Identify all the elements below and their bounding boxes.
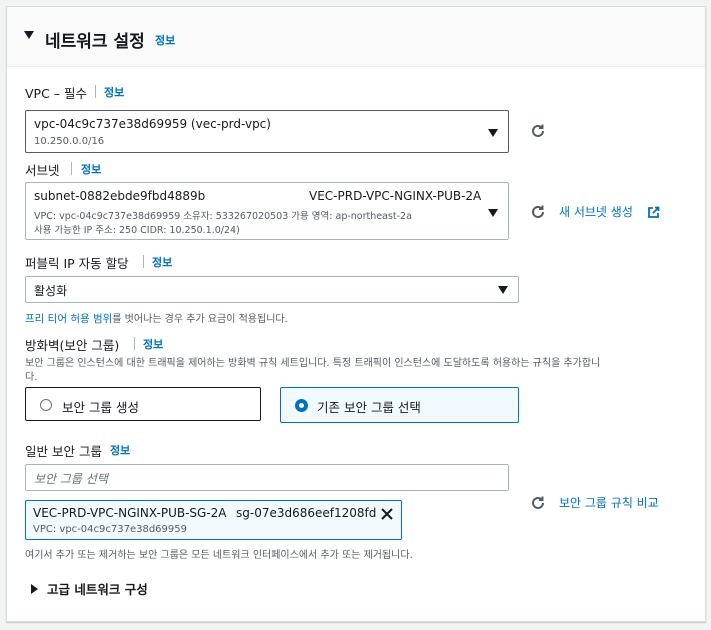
- vpc-label: VPC – 필수: [25, 86, 88, 101]
- divider: [134, 337, 135, 350]
- caret-right-icon[interactable]: [31, 584, 38, 594]
- subnet-label: 서브넷: [25, 163, 60, 178]
- refresh-icon[interactable]: [529, 494, 547, 512]
- create-subnet-link[interactable]: 새 서브넷 생성: [559, 203, 633, 220]
- firewall-label: 방화벽(보안 그룹): [25, 338, 120, 353]
- vpc-info-link[interactable]: 정보: [104, 84, 124, 100]
- existing-security-group-option[interactable]: 기존 보안 그룹 선택: [280, 387, 519, 423]
- selected-security-group-token: VEC-PRD-VPC-NGINX-PUB-SG-2A sg-07e3d686e…: [25, 500, 402, 540]
- panel-header[interactable]: 네트워크 설정 정보: [7, 7, 705, 67]
- divider: [71, 162, 72, 175]
- firewall-info-link[interactable]: 정보: [143, 336, 163, 352]
- compare-rules-link[interactable]: 보안 그룹 규칙 비교: [559, 494, 659, 511]
- public-ip-hint: 프리 티어 허용 범위를 벗어나는 경우 추가 요금이 적용됩니다.: [25, 310, 288, 326]
- caret-down-icon: [488, 209, 498, 217]
- subnet-detail-line1: VPC: vpc-04c9c737e38d69959 소유자: 53326702…: [34, 211, 412, 222]
- public-ip-select[interactable]: 활성화: [25, 276, 519, 303]
- public-ip-hint-text: 를 벗어나는 경우 추가 요금이 적용됩니다.: [112, 314, 288, 325]
- subnet-info-link[interactable]: 정보: [81, 161, 101, 177]
- caret-down-icon: [498, 286, 508, 294]
- firewall-description-line1: 보안 그룹은 인스턴스에 대한 트래픽을 제어하는 방화벽 규칙 세트입니다. …: [25, 358, 601, 369]
- vpc-select[interactable]: vpc-04c9c737e38d69959 (vec-prd-vpc) 10.2…: [25, 110, 509, 153]
- vpc-selected-cidr: 10.250.0.0/16: [34, 136, 105, 147]
- public-ip-selected: 활성화: [34, 284, 68, 298]
- divider: [95, 85, 96, 98]
- existing-security-group-label: 기존 보안 그룹 선택: [317, 400, 421, 415]
- token-vpc: VPC: vpc-04c9c737e38d69959: [33, 524, 187, 535]
- firewall-description-line2: 다.: [25, 372, 38, 383]
- radio-button[interactable]: [40, 399, 52, 411]
- common-sg-info-link[interactable]: 정보: [110, 442, 130, 458]
- free-tier-link[interactable]: 프리 티어 허용 범위: [25, 313, 112, 325]
- vpc-selected-name: vpc-04c9c737e38d69959 (vec-prd-vpc): [34, 117, 271, 131]
- token-id: sg-07e3d686eef1208fd: [236, 506, 377, 520]
- common-sg-hint: 여기서 추가 또는 제거하는 보안 그룹은 모든 네트워크 인터페이스에서 추가…: [25, 550, 413, 561]
- advanced-network-config-toggle[interactable]: 고급 네트워크 구성: [47, 579, 148, 598]
- caret-down-icon[interactable]: [24, 31, 34, 39]
- network-settings-panel: 네트워크 설정 정보 VPC – 필수 정보 vpc-04c9c737e38d6…: [6, 6, 706, 622]
- section-title: 네트워크 설정: [45, 32, 145, 52]
- caret-down-icon: [488, 129, 498, 137]
- create-security-group-label: 보안 그룹 생성: [62, 400, 139, 415]
- security-group-placeholder: 보안 그룹 선택: [34, 472, 108, 486]
- close-icon[interactable]: [381, 508, 393, 520]
- security-group-select[interactable]: 보안 그룹 선택: [25, 464, 509, 491]
- public-ip-label: 퍼블릭 IP 자동 할당: [25, 256, 129, 271]
- create-security-group-option[interactable]: 보안 그룹 생성: [25, 387, 261, 421]
- common-sg-label: 일반 보안 그룹: [25, 444, 102, 459]
- token-name: VEC-PRD-VPC-NGINX-PUB-SG-2A: [33, 506, 227, 520]
- refresh-icon[interactable]: [529, 203, 547, 221]
- subnet-select[interactable]: subnet-0882ebde9fbd4889b VEC-PRD-VPC-NGI…: [25, 182, 509, 240]
- subnet-detail-line2: 사용 가능한 IP 주소: 250 CIDR: 10.250.1.0/24): [34, 225, 240, 236]
- subnet-selected-id: subnet-0882ebde9fbd4889b: [34, 189, 206, 203]
- refresh-icon[interactable]: [529, 122, 547, 140]
- public-ip-info-link[interactable]: 정보: [152, 254, 172, 270]
- subnet-selected-name: VEC-PRD-VPC-NGINX-PUB-2A: [309, 189, 482, 203]
- section-info-link[interactable]: 정보: [155, 32, 175, 48]
- divider: [143, 255, 144, 268]
- radio-button-selected[interactable]: [295, 399, 308, 412]
- external-link-icon[interactable]: [647, 206, 660, 219]
